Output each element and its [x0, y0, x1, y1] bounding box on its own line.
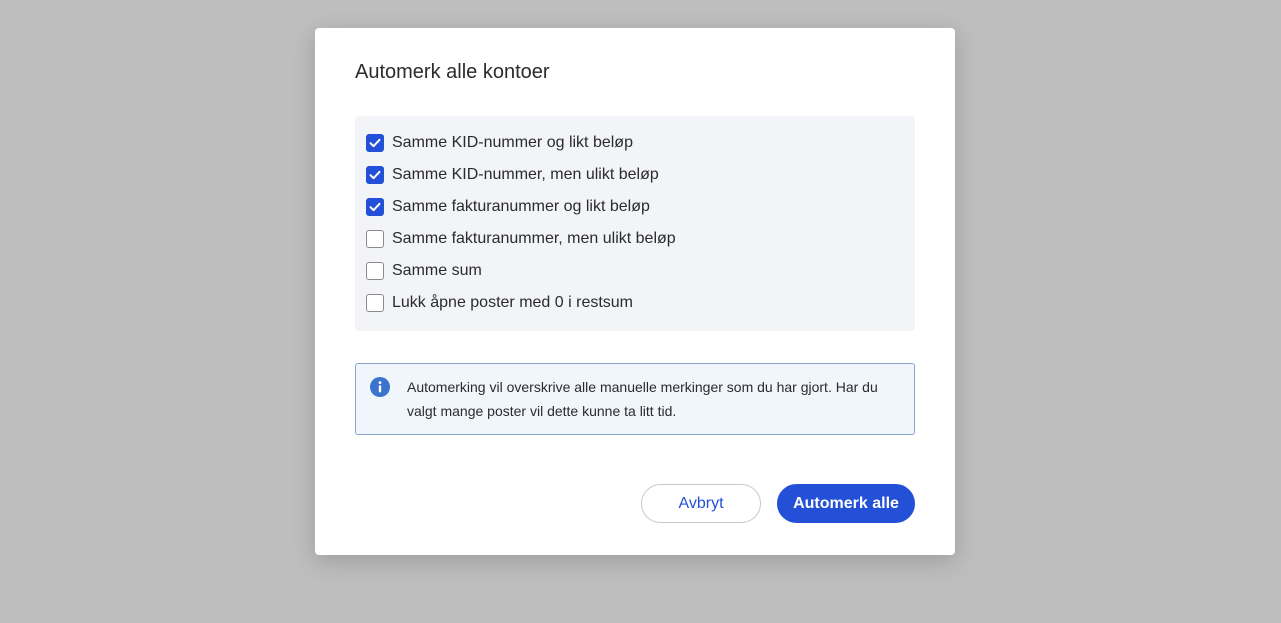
option-same-kid-different-amount[interactable]: Samme KID-nummer, men ulikt beløp	[355, 159, 915, 191]
checkmark-icon	[369, 202, 381, 212]
info-icon	[370, 377, 390, 397]
option-label: Samme sum	[392, 262, 482, 279]
option-label: Samme KID-nummer, men ulikt beløp	[392, 166, 659, 183]
option-label: Samme KID-nummer og likt beløp	[392, 134, 633, 151]
cancel-button[interactable]: Avbryt	[641, 484, 761, 523]
checkmark-icon	[369, 138, 381, 148]
option-same-invoice-same-amount[interactable]: Samme fakturanummer og likt beløp	[355, 191, 915, 223]
info-text: Automerking vil overskrive alle manuelle…	[407, 379, 878, 419]
automerk-all-button[interactable]: Automerk alle	[777, 484, 915, 523]
checkbox[interactable]	[366, 294, 384, 312]
automerk-dialog: Automerk alle kontoer Samme KID-nummer o…	[315, 28, 955, 555]
checkbox[interactable]	[366, 230, 384, 248]
options-list: Samme KID-nummer og likt beløp Samme KID…	[355, 116, 915, 331]
info-message: Automerking vil overskrive alle manuelle…	[355, 363, 915, 435]
option-close-zero-balance[interactable]: Lukk åpne poster med 0 i restsum	[355, 287, 915, 319]
option-label: Lukk åpne poster med 0 i restsum	[392, 294, 634, 311]
option-label: Samme fakturanummer og likt beløp	[392, 198, 650, 215]
checkbox[interactable]	[366, 134, 384, 152]
option-same-invoice-different-amount[interactable]: Samme fakturanummer, men ulikt beløp	[355, 223, 915, 255]
option-label: Samme fakturanummer, men ulikt beløp	[392, 230, 676, 247]
option-same-sum[interactable]: Samme sum	[355, 255, 915, 287]
checkbox[interactable]	[366, 198, 384, 216]
checkmark-icon	[369, 170, 381, 180]
checkbox[interactable]	[366, 262, 384, 280]
option-same-kid-same-amount[interactable]: Samme KID-nummer og likt beløp	[355, 127, 915, 159]
checkbox[interactable]	[366, 166, 384, 184]
dialog-title: Automerk alle kontoer	[355, 61, 550, 83]
